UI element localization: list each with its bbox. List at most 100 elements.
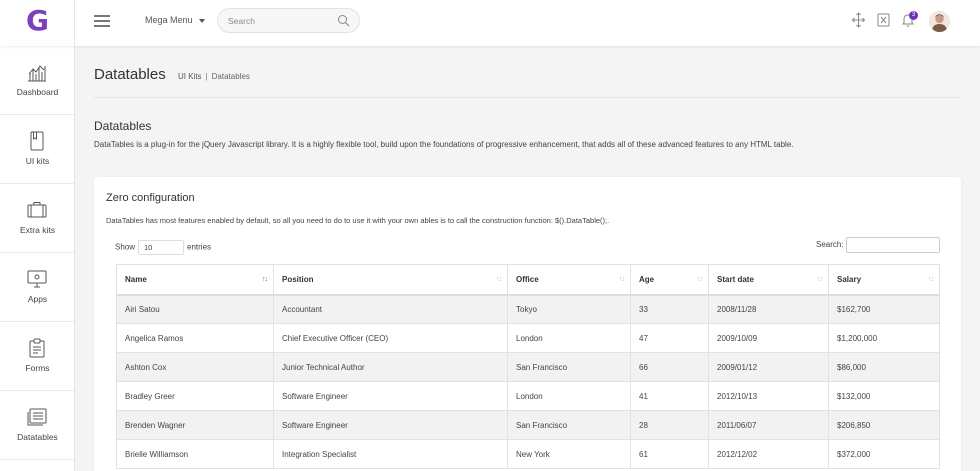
monitor-icon (27, 270, 47, 288)
sidebar-item-datatables[interactable]: Datatables (0, 391, 75, 460)
cell-position: Junior Technical Author (273, 352, 508, 382)
book-icon (30, 131, 44, 151)
table-row: Airi Satou Accountant Tokyo 33 2008/11/2… (116, 294, 940, 324)
sidebar-item-label: Datatables (17, 432, 58, 442)
fullscreen-icon[interactable] (852, 12, 865, 28)
cell-office: San Francisco (507, 352, 631, 382)
cell-office: San Francisco (507, 410, 631, 440)
cell-position: Software Engineer (273, 381, 508, 411)
hamburger-menu-icon[interactable] (94, 14, 110, 28)
cell-name: Ashton Cox (116, 352, 274, 382)
breadcrumb: UI Kits | Datatables (178, 72, 250, 81)
column-header-office[interactable]: Office ↑↓ (507, 264, 631, 296)
table-row: Brenden Wagner Software Engineer San Fra… (116, 410, 940, 440)
column-header-start-date[interactable]: Start date ↑↓ (708, 264, 829, 296)
column-header-label: Start date (717, 274, 754, 284)
cell-start-date: 2008/11/28 (708, 294, 829, 324)
entries-select[interactable]: 10 (138, 240, 185, 255)
column-header-age[interactable]: Age ↑↓ (630, 264, 709, 296)
breadcrumb-current: Datatables (211, 72, 250, 81)
logo-area: G (0, 0, 75, 46)
table-row: Brielle Williamson Integration Specialis… (116, 439, 940, 469)
cell-salary: $132,000 (828, 381, 940, 411)
column-header-label: Position (282, 274, 314, 284)
cell-age: 47 (630, 323, 709, 353)
breadcrumb-separator: | (205, 72, 208, 81)
avatar[interactable] (929, 11, 950, 32)
cell-age: 28 (630, 410, 709, 440)
sort-asc-icon: ↑↓ (262, 276, 268, 283)
sidebar-item-extra-kits[interactable]: Extra kits (0, 184, 75, 253)
cell-age: 41 (630, 381, 709, 411)
table-row: Angelica Ramos Chief Executive Officer (… (116, 323, 940, 353)
sidebar-item-forms[interactable]: Forms (0, 322, 75, 391)
cell-office: London (507, 381, 631, 411)
mega-menu-dropdown[interactable]: Mega Menu (145, 15, 205, 25)
mega-menu-label: Mega Menu (145, 15, 193, 25)
cell-name: Airi Satou (116, 294, 274, 324)
header-search-input[interactable] (228, 15, 333, 27)
sort-icon: ↑↓ (496, 276, 502, 283)
cell-start-date: 2012/10/13 (708, 381, 829, 411)
header-search (217, 8, 360, 33)
cell-position: Chief Executive Officer (CEO) (273, 323, 508, 353)
card-description: DataTables has most features enabled by … (106, 216, 610, 225)
column-header-salary[interactable]: Salary ↑↓ (828, 264, 940, 296)
entries-label: entries (187, 242, 212, 252)
page-title: Datatables (94, 66, 166, 83)
cell-salary: $372,000 (828, 439, 940, 469)
cell-position: Accountant (273, 294, 508, 324)
sidebar-item-dashboard[interactable]: Dashboard (0, 46, 75, 115)
sidebar-item-ui-kits[interactable]: UI kits (0, 115, 75, 184)
cell-start-date: 2009/10/09 (708, 323, 829, 353)
briefcase-icon (27, 202, 47, 218)
column-header-name[interactable]: Name ↑↓ (116, 264, 274, 296)
cell-start-date: 2011/06/07 (708, 410, 829, 440)
cell-name: Angelica Ramos (116, 323, 274, 353)
avatar-image (929, 11, 950, 32)
breadcrumb-link-ui-kits[interactable]: UI Kits (178, 72, 202, 81)
cell-salary: $162,700 (828, 294, 940, 324)
sidebar-item-label: Dashboard (16, 87, 59, 97)
section-title: Datatables (94, 119, 152, 133)
entries-length-control: Show 10 entries (115, 240, 211, 255)
column-header-label: Age (639, 274, 655, 284)
cell-start-date: 2009/01/12 (708, 352, 829, 382)
table-search-label: Search: (816, 240, 844, 249)
table-search-input[interactable] (846, 237, 940, 253)
divider (94, 97, 961, 98)
table-icon (27, 408, 47, 426)
sort-icon: ↑↓ (619, 276, 625, 283)
sidebar-item-label: Apps (27, 294, 48, 304)
cell-salary: $206,850 (828, 410, 940, 440)
cell-office: Tokyo (507, 294, 631, 324)
column-header-label: Name (125, 274, 147, 284)
card-title: Zero configuration (106, 192, 195, 204)
cell-salary: $1,200,000 (828, 323, 940, 353)
cell-age: 66 (630, 352, 709, 382)
search-icon[interactable] (337, 14, 350, 27)
column-header-label: Office (516, 274, 539, 284)
sort-icon: ↑↓ (928, 276, 934, 283)
cell-salary: $86,000 (828, 352, 940, 382)
table-row: Ashton Cox Junior Technical Author San F… (116, 352, 940, 382)
cell-age: 33 (630, 294, 709, 324)
data-table: Name ↑↓ Position ↑↓ Office ↑↓ Age ↑↓ Start d… (116, 264, 940, 469)
column-header-label: Salary (837, 274, 862, 284)
sidebar-item-apps[interactable]: Apps (0, 253, 75, 322)
sidebar: Dashboard UI kits Extra kits Apps Forms … (0, 46, 75, 471)
cell-office: New York (507, 439, 631, 469)
sidebar-item-label: Forms (25, 363, 50, 373)
cell-office: London (507, 323, 631, 353)
datatable-card: Zero configuration DataTables has most f… (94, 177, 961, 471)
logo[interactable]: G (26, 6, 49, 36)
chart-bars-icon (28, 65, 46, 82)
cell-name: Bradley Greer (116, 381, 274, 411)
apps-icon[interactable] (877, 12, 890, 28)
sidebar-item-label: Extra kits (20, 225, 55, 235)
cell-name: Brenden Wagner (116, 410, 274, 440)
column-header-position[interactable]: Position ↑↓ (273, 264, 508, 296)
clipboard-icon (29, 338, 45, 358)
top-header: G Mega Menu 3 (0, 0, 980, 46)
section-description: DataTables is a plug-in for the jQuery J… (94, 140, 794, 149)
